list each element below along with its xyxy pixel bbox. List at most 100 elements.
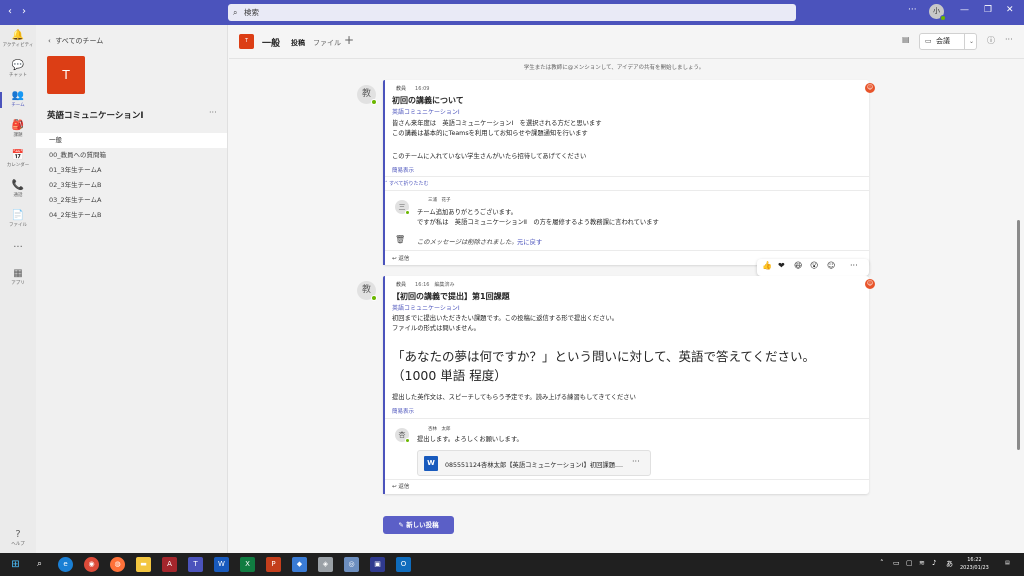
more-options-icon[interactable]: ··· <box>908 5 917 15</box>
post-card: 教員 16:09 初回の講義について 英語コミュニケーションⅠ 皆さん来年度は 英… <box>383 80 869 265</box>
minimize-icon[interactable]: — <box>960 5 969 15</box>
reaction-icon[interactable]: ☺ <box>865 83 875 93</box>
channel-item-general[interactable]: 一般 <box>36 133 227 148</box>
reply-author: 杏林 太郎 <box>428 427 451 432</box>
outlook-icon[interactable]: O <box>396 557 411 572</box>
channel-item[interactable]: 01_3年生チームA <box>36 163 227 178</box>
rail-label: チャット <box>9 73 27 78</box>
laugh-icon[interactable]: 😆 <box>794 261 802 270</box>
show-less-link[interactable]: 簡易表示 <box>392 407 414 415</box>
team-name: 英語コミュニケーションⅠ <box>47 111 144 121</box>
post-title: 【初回の講義で提出】第1回課題 <box>392 292 510 301</box>
volume-icon[interactable]: ♪ <box>932 559 936 567</box>
post-tag-link[interactable]: 英語コミュニケーションⅠ <box>392 303 460 312</box>
close-icon[interactable]: ✕ <box>1006 5 1014 15</box>
ime-indicator[interactable]: あ <box>946 559 953 569</box>
avatar-initial: 杏 <box>398 431 406 439</box>
post-line: 皆さん来年度は 英語コミュニケーションⅠ を選択される方だと思います <box>392 120 602 127</box>
channel-item[interactable]: 04_2年生チームB <box>36 208 227 223</box>
teams-app-icon[interactable]: T <box>188 557 203 572</box>
reply-avatar[interactable]: 杏 <box>395 428 410 443</box>
more-options-icon[interactable]: ··· <box>850 261 858 270</box>
rail-help[interactable]: ? ヘルプ <box>0 529 36 548</box>
wifi-icon[interactable]: ≋ <box>919 559 925 567</box>
new-post-button[interactable]: ✎ 新しい投稿 <box>383 516 454 534</box>
reply-author: 三浦 花子 <box>428 198 451 203</box>
channel-item[interactable]: 02_3年生チームB <box>36 178 227 193</box>
taskbar-clock[interactable]: 16:22 2023/01/23 <box>960 556 989 572</box>
rail-apps[interactable]: ▦ アプリ <box>0 268 36 287</box>
chevron-up-icon[interactable]: ˄ <box>880 559 884 567</box>
more-options-icon[interactable]: ··· <box>632 457 640 466</box>
author-avatar[interactable]: 教 <box>357 281 377 301</box>
forward-nav-icon[interactable]: › <box>22 6 26 17</box>
tab-files[interactable]: ファイル <box>313 38 341 48</box>
phone-icon: 📞 <box>11 180 25 191</box>
back-nav-icon[interactable]: ‹ <box>8 6 12 17</box>
rail-assignments[interactable]: 🎒 課題 <box>0 120 36 139</box>
tab-posts[interactable]: 投稿 <box>291 38 305 62</box>
app-icon[interactable]: ◆ <box>292 557 307 572</box>
show-less-link[interactable]: 簡易表示 <box>392 166 414 174</box>
channel-item[interactable]: 03_2年生チームA <box>36 193 227 208</box>
help-icon: ? <box>15 529 21 540</box>
post-meta: 教員 16:09 <box>396 85 429 92</box>
folder-icon[interactable]: ▬ <box>136 557 151 572</box>
windows-start-icon[interactable]: ⊞ <box>8 557 23 572</box>
author-avatar[interactable]: 教 <box>357 85 377 105</box>
search-placeholder: 検索 <box>244 8 259 17</box>
excel-icon[interactable]: X <box>240 557 255 572</box>
maximize-icon[interactable]: ❐ <box>984 5 992 15</box>
rail-files[interactable]: 📄 ファイル <box>0 210 36 229</box>
like-icon[interactable]: 👍 <box>762 261 772 270</box>
profile-avatar[interactable]: 小 <box>929 4 946 21</box>
app-icon[interactable]: ▣ <box>370 557 385 572</box>
post-title: 初回の講義について <box>392 96 464 105</box>
team-more-icon[interactable]: ··· <box>209 108 217 117</box>
more-options-icon[interactable]: ··· <box>1005 35 1013 44</box>
search-input[interactable]: ⌕ 検索 <box>228 4 796 21</box>
reply-button[interactable]: ↩ 返信 <box>392 482 409 490</box>
meet-button[interactable]: ▭ 会議 ⌄ <box>919 33 977 50</box>
firefox-icon[interactable]: ◍ <box>110 557 125 572</box>
clock-date: 2023/01/23 <box>960 565 989 571</box>
reply-avatar[interactable]: 三 <box>395 200 410 215</box>
access-icon[interactable]: A <box>162 557 177 572</box>
rail-calls[interactable]: 📞 通話 <box>0 180 36 199</box>
add-tab-icon[interactable]: + <box>344 33 354 47</box>
add-reaction-icon[interactable]: ☺ <box>827 261 835 270</box>
undo-link[interactable]: 元に戻す <box>517 237 542 246</box>
channel-name: 一般 <box>262 39 281 49</box>
rail-activity[interactable]: 🔔 アクティビティ <box>0 30 36 49</box>
rail-calendar[interactable]: 📅 カレンダー <box>0 150 36 169</box>
collapse-all-link[interactable]: ˄ すべて折りたたむ <box>385 180 429 187</box>
notification-icon[interactable]: ▤ <box>1005 560 1010 566</box>
surprised-icon[interactable]: 😮 <box>810 261 818 270</box>
app-icon[interactable]: ◈ <box>318 557 333 572</box>
network-icon[interactable]: ▭ <box>893 559 900 567</box>
reply-button[interactable]: ↩ 返信 <box>392 254 409 262</box>
chrome-icon[interactable]: ◉ <box>84 557 99 572</box>
file-attachment[interactable]: W 085551124杏林太郎【英語コミュニケーションⅠ】初回課題.... ··… <box>417 450 651 476</box>
app-icon[interactable]: ◎ <box>344 557 359 572</box>
all-teams-link[interactable]: ‹ すべてのチーム <box>48 36 103 46</box>
channel-info-icon[interactable]: ▤ <box>902 35 910 44</box>
rail-chat[interactable]: 💬 チャット <box>0 60 36 79</box>
heart-icon[interactable]: ❤ <box>778 261 785 270</box>
word-icon[interactable]: W <box>214 557 229 572</box>
trash-icon: 🗑 <box>395 235 406 244</box>
powerpoint-icon[interactable]: P <box>266 557 281 572</box>
rail-label: 課題 <box>13 133 23 138</box>
reaction-icon[interactable]: ☺ <box>865 279 875 289</box>
display-icon[interactable]: ▢ <box>906 559 913 567</box>
info-icon[interactable]: ⓘ <box>987 35 995 46</box>
channel-item[interactable]: 00_教員への質問箱 <box>36 148 227 163</box>
scrollbar[interactable] <box>1017 220 1020 450</box>
chevron-down-icon[interactable]: ⌄ <box>964 34 974 49</box>
rail-teams[interactable]: 👥 チーム <box>0 90 36 109</box>
post-tag-link[interactable]: 英語コミュニケーションⅠ <box>392 107 460 116</box>
search-icon[interactable]: ⌕ <box>32 557 47 572</box>
rail-more[interactable]: ··· <box>0 242 36 254</box>
edge-icon[interactable]: e <box>58 557 73 572</box>
rail-label: ファイル <box>9 223 27 228</box>
